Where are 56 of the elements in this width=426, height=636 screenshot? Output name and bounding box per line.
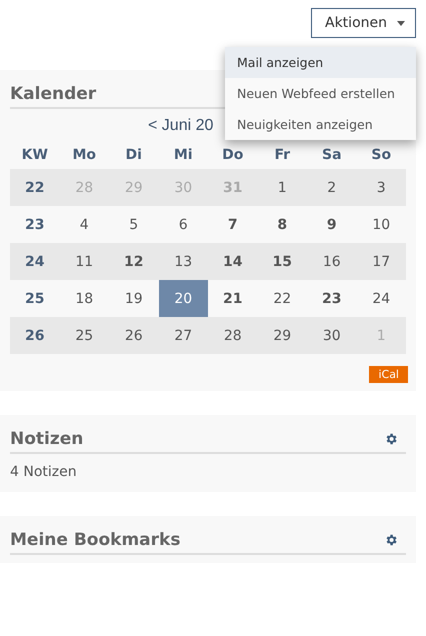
- calendar-day[interactable]: 7: [208, 206, 258, 243]
- calendar-day[interactable]: 29: [258, 317, 307, 354]
- month-navigation-link[interactable]: < Juni 20: [148, 117, 214, 134]
- column-header: Sa: [320, 146, 343, 165]
- caret-icon: [397, 20, 405, 26]
- notes-count: 4 Notizen: [10, 463, 78, 482]
- week-number: 26: [10, 317, 60, 354]
- calendar-day[interactable]: 5: [109, 206, 158, 243]
- calendar-day[interactable]: 15: [258, 243, 307, 280]
- calendar-day[interactable]: 30: [307, 317, 356, 354]
- calendar-day[interactable]: 1: [258, 169, 307, 206]
- week-number: 24: [10, 243, 60, 280]
- calendar-day[interactable]: 13: [158, 243, 208, 280]
- column-header: Mi: [172, 146, 194, 165]
- settings-icon[interactable]: [384, 432, 398, 446]
- calendar-day[interactable]: 23: [307, 280, 356, 317]
- calendar-day[interactable]: 6: [158, 206, 208, 243]
- actions-dropdown-button[interactable]: Aktionen: [311, 8, 416, 38]
- panel-title: Meine Bookmarks: [10, 530, 180, 550]
- calendar-day[interactable]: 25: [60, 317, 109, 354]
- settings-icon[interactable]: [384, 533, 398, 547]
- calendar-day[interactable]: 20: [158, 280, 208, 317]
- calendar-day[interactable]: 18: [60, 280, 109, 317]
- column-header: Fr: [273, 146, 292, 165]
- calendar-day[interactable]: 12: [109, 243, 158, 280]
- column-header: Mo: [71, 146, 98, 165]
- column-header: Do: [221, 146, 244, 165]
- menu-item[interactable]: Neuigkeiten anzeigen: [225, 109, 416, 140]
- week-number: 25: [24, 290, 46, 308]
- calendar-day[interactable]: 10: [356, 206, 406, 243]
- column-header: KW: [20, 146, 49, 165]
- menu-item[interactable]: Mail anzeigen: [225, 47, 416, 78]
- calendar-day[interactable]: 4: [60, 206, 109, 243]
- column-header: Di: [124, 146, 143, 165]
- panel-title: Notizen: [10, 429, 84, 449]
- calendar-day[interactable]: 26: [109, 317, 158, 354]
- week-number: 23: [24, 216, 46, 234]
- week-number: 22: [10, 169, 60, 206]
- menu-item[interactable]: Neuen Webfeed erstellen: [225, 78, 416, 109]
- calendar-day[interactable]: 16: [307, 243, 356, 280]
- column-header: So: [370, 146, 392, 165]
- calendar-day[interactable]: 24: [356, 280, 406, 317]
- ical-button[interactable]: iCal: [369, 366, 408, 383]
- calendar-day[interactable]: 2: [307, 169, 356, 206]
- calendar-day[interactable]: 8: [258, 206, 307, 243]
- calendar-day[interactable]: 17: [356, 243, 406, 280]
- calendar-day[interactable]: 9: [307, 206, 356, 243]
- calendar-day[interactable]: 19: [109, 280, 158, 317]
- panel-title: Kalender: [10, 84, 96, 104]
- calendar-day[interactable]: 11: [60, 243, 109, 280]
- calendar-day[interactable]: 14: [208, 243, 258, 280]
- calendar-day[interactable]: 28: [208, 317, 258, 354]
- calendar-day[interactable]: 3: [356, 169, 406, 206]
- calendar-day[interactable]: 22: [258, 280, 307, 317]
- calendar-day[interactable]: 21: [208, 280, 258, 317]
- calendar-day[interactable]: 27: [158, 317, 208, 354]
